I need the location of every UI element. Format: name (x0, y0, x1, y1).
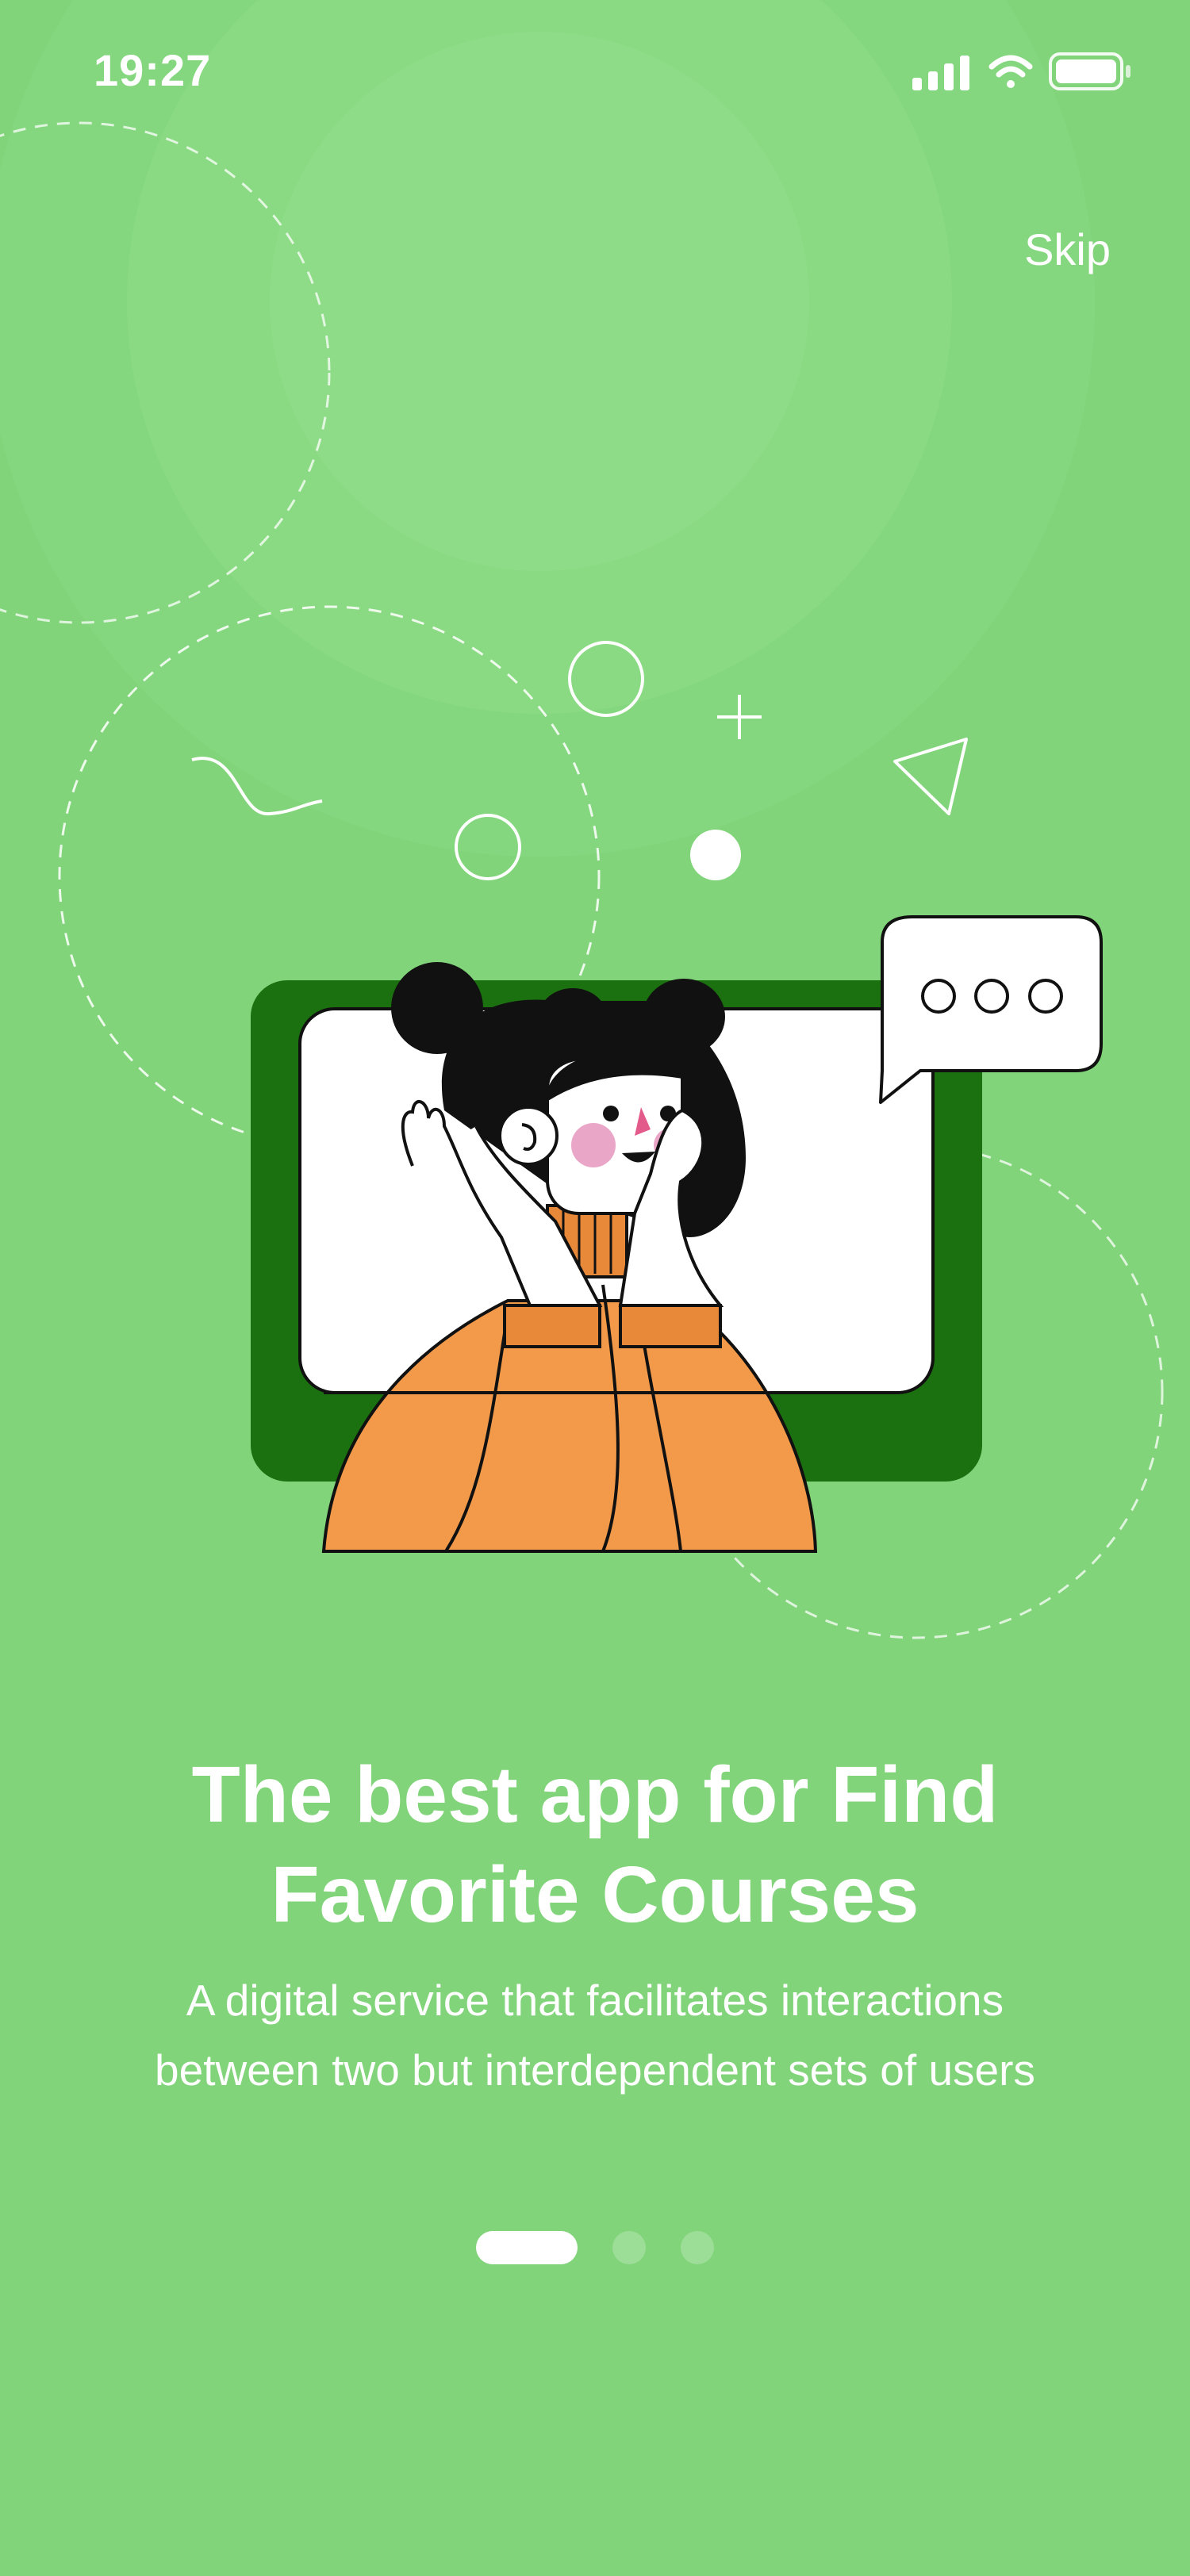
onboarding-title: The best app for Find Favorite Courses (191, 1750, 999, 1939)
page-indicator-dot[interactable] (612, 2231, 646, 2264)
status-bar-icons (912, 52, 1130, 90)
onboarding-description: A digital service that facilitates inter… (155, 1976, 1035, 2095)
page-indicator (0, 2230, 1190, 2265)
page-indicator-dot-active[interactable] (476, 2231, 578, 2264)
squiggle-shape (191, 757, 323, 816)
plus-shape (717, 695, 762, 739)
dot-shape (690, 830, 741, 880)
page-indicator-dot[interactable] (681, 2231, 714, 2264)
status-bar-time: 19:27 (94, 45, 212, 95)
ring-shape (455, 814, 521, 880)
skip-button[interactable]: Skip (1024, 224, 1111, 275)
cellular-signal-icon (912, 56, 969, 90)
triangle-shape (893, 738, 968, 815)
floating-shapes (191, 641, 968, 880)
chat-bubble (879, 915, 1103, 1104)
wifi-icon (988, 55, 1033, 88)
onboarding-illustration (191, 641, 1103, 1553)
battery-icon (1049, 52, 1130, 90)
ring-shape (568, 641, 644, 717)
